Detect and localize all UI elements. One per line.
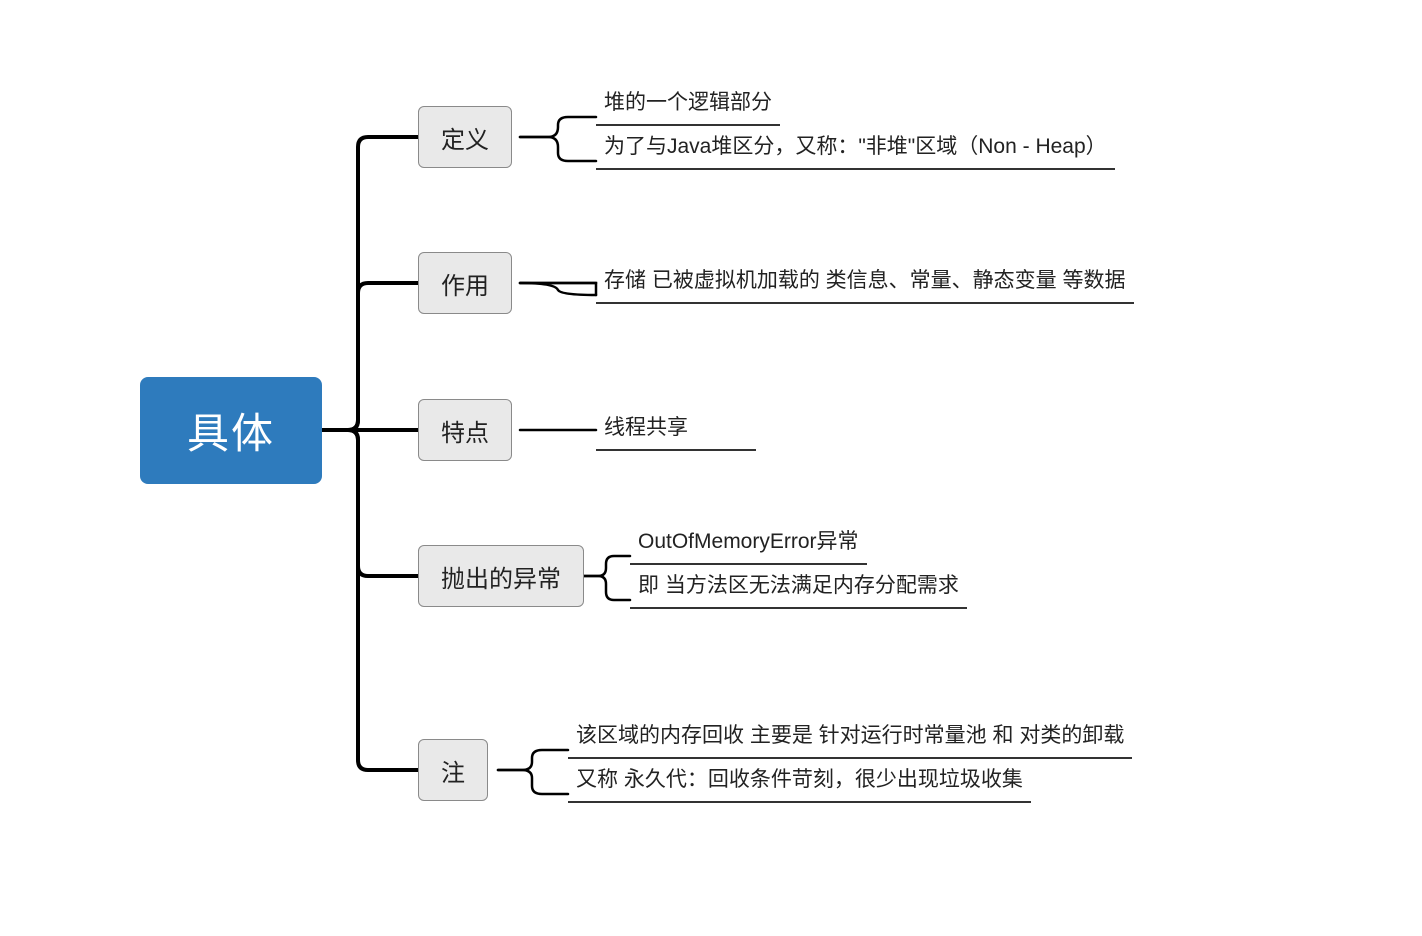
leaf-text: 该区域的内存回收 主要是 针对运行时常量池 和 对类的卸载 [568, 713, 1132, 759]
branch-label: 抛出的异常 [441, 559, 561, 594]
branch-label: 注 [441, 753, 465, 788]
root-node: 具体 [140, 377, 322, 484]
branch-node-feature: 特点 [418, 399, 512, 461]
branch-node-function: 作用 [418, 252, 512, 314]
root-label: 具体 [187, 400, 275, 461]
leaf-text: 为了与Java堆区分，又称："非堆"区域（Non - Heap） [596, 124, 1115, 170]
leaf-text: 又称 永久代：回收条件苛刻，很少出现垃圾收集 [568, 757, 1031, 803]
branch-label: 特点 [441, 413, 489, 448]
branch-label: 作用 [441, 266, 489, 301]
branch-node-exception: 抛出的异常 [418, 545, 584, 607]
leaf-text: 线程共享 [596, 405, 756, 451]
leaf-text: 堆的一个逻辑部分 [596, 80, 780, 126]
leaf-text: OutOfMemoryError异常 [630, 519, 867, 565]
branch-node-definition: 定义 [418, 106, 512, 168]
leaf-text: 存储 已被虚拟机加载的 类信息、常量、静态变量 等数据 [596, 258, 1134, 304]
branch-label: 定义 [441, 120, 489, 155]
branch-node-note: 注 [418, 739, 488, 801]
leaf-text: 即 当方法区无法满足内存分配需求 [630, 563, 967, 609]
